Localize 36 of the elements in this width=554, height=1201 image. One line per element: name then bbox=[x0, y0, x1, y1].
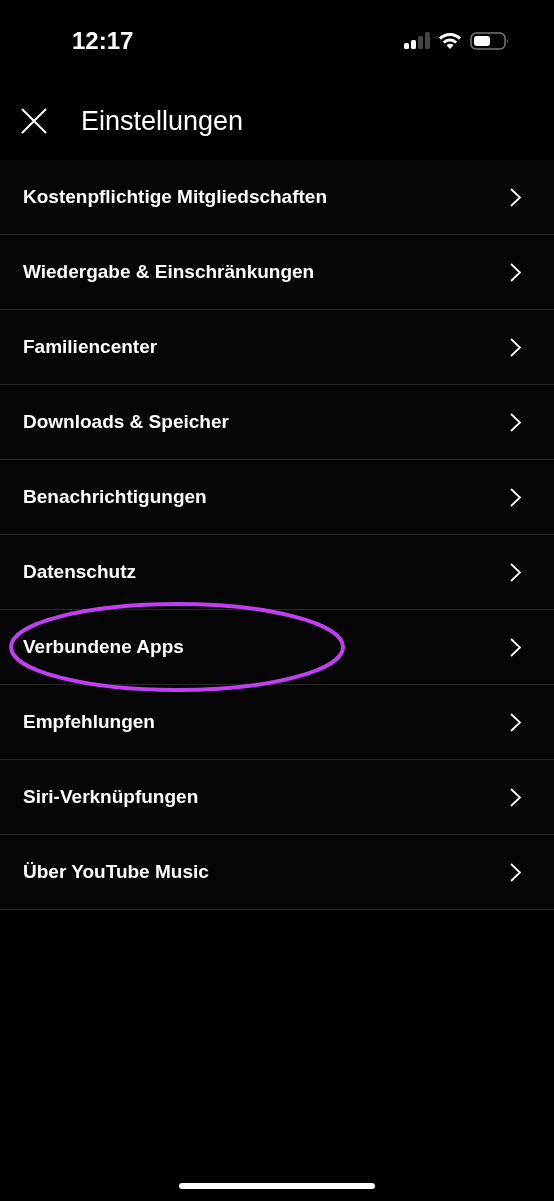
chevron-icon bbox=[510, 787, 521, 807]
settings-label: Downloads & Speicher bbox=[23, 411, 229, 433]
chevron-icon bbox=[510, 712, 521, 732]
close-icon[interactable] bbox=[21, 108, 47, 134]
page-title: Einstellungen bbox=[81, 105, 244, 137]
wifi-icon bbox=[438, 32, 462, 50]
chevron-icon bbox=[510, 187, 521, 207]
settings-item[interactable]: Kostenpflichtige Mitgliedschaften bbox=[0, 160, 554, 235]
settings-item[interactable]: Datenschutz bbox=[0, 535, 554, 610]
chevron-icon bbox=[510, 637, 521, 657]
chevron-icon bbox=[510, 862, 521, 882]
settings-label: Empfehlungen bbox=[23, 711, 155, 733]
chevron-icon bbox=[510, 487, 521, 507]
settings-label: Familiencenter bbox=[23, 336, 158, 358]
settings-label: Über YouTube Music bbox=[23, 861, 209, 883]
settings-label: Siri-Verknüpfungen bbox=[23, 786, 199, 808]
settings-label: Datenschutz bbox=[23, 561, 136, 583]
settings-label: Kostenpflichtige Mitgliedschaften bbox=[23, 186, 328, 208]
chevron-icon bbox=[510, 562, 521, 582]
settings-item[interactable]: Verbundene Apps bbox=[0, 610, 554, 685]
settings-item[interactable]: Familiencenter bbox=[0, 310, 554, 385]
chevron-icon bbox=[510, 412, 521, 432]
settings-item[interactable]: Wiedergabe & Einschränkungen bbox=[0, 235, 554, 310]
chevron-icon bbox=[510, 337, 521, 357]
battery-icon bbox=[470, 31, 510, 51]
settings-label: Wiedergabe & Einschränkungen bbox=[23, 261, 315, 283]
signal-icon bbox=[404, 31, 430, 51]
settings-item[interactable]: Siri-Verknüpfungen bbox=[0, 760, 554, 835]
settings-item[interactable]: Empfehlungen bbox=[0, 685, 554, 760]
settings-item[interactable]: Über YouTube Music bbox=[0, 835, 554, 910]
status-time: 12:17 bbox=[72, 27, 134, 55]
chevron-icon bbox=[510, 262, 521, 282]
settings-label: Benachrichtigungen bbox=[23, 486, 207, 508]
settings-item[interactable]: Benachrichtigungen bbox=[0, 460, 554, 535]
settings-label: Verbundene Apps bbox=[23, 636, 184, 658]
settings-item[interactable]: Downloads & Speicher bbox=[0, 385, 554, 460]
